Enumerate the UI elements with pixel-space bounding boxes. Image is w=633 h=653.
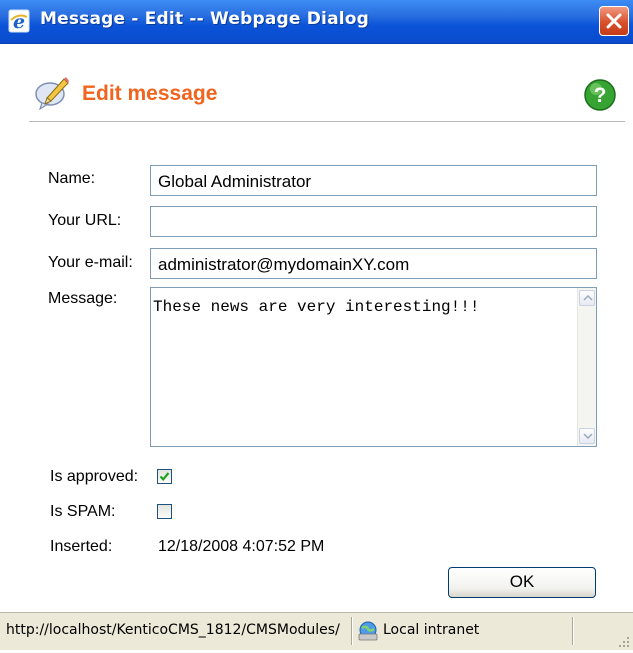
status-separator (351, 617, 353, 645)
inserted-value: 12/18/2008 4:07:52 PM (158, 538, 325, 555)
approved-checkbox[interactable] (157, 469, 172, 484)
url-label: Your URL: (48, 212, 122, 229)
spam-checkbox[interactable] (157, 504, 172, 519)
window-title: Message - Edit -- Webpage Dialog (40, 9, 370, 29)
email-field[interactable]: administrator@mydomainXY.com (150, 248, 597, 279)
header-divider (29, 121, 625, 122)
scroll-up-button[interactable] (579, 290, 595, 306)
message-textarea[interactable]: These news are very interesting!!! (150, 287, 597, 447)
status-bar: http://localhost/KenticoCMS_1812/CMSModu… (0, 612, 633, 650)
resize-grip-icon[interactable] (618, 635, 630, 647)
message-label: Message: (48, 290, 118, 307)
help-question-icon[interactable]: ? (583, 78, 617, 112)
title-bar[interactable]: e Message - Edit -- Webpage Dialog (0, 0, 633, 44)
status-separator (572, 617, 574, 645)
email-label: Your e-mail: (48, 254, 133, 271)
chevron-up-icon (583, 295, 593, 301)
security-zone-label: Local intranet (383, 622, 480, 638)
ok-button[interactable]: OK (448, 567, 596, 598)
chevron-down-icon (583, 433, 593, 439)
edit-message-icon (34, 74, 70, 111)
svg-text:e: e (13, 11, 25, 33)
name-label: Name: (48, 170, 96, 187)
svg-text:?: ? (594, 84, 607, 107)
approved-label: Is approved: (50, 468, 139, 485)
status-url: http://localhost/KenticoCMS_1812/CMSModu… (6, 622, 340, 638)
scroll-down-button[interactable] (579, 428, 595, 444)
message-text: These news are very interesting!!! (153, 298, 480, 316)
url-field[interactable] (150, 206, 597, 237)
message-scrollbar[interactable] (577, 288, 596, 446)
spam-label: Is SPAM: (50, 503, 116, 520)
page-title: Edit message (82, 82, 218, 105)
close-button[interactable] (599, 6, 629, 36)
name-field[interactable]: Global Administrator (150, 165, 597, 196)
checkmark-icon (159, 472, 170, 481)
internet-explorer-icon: e (8, 9, 30, 33)
inserted-label: Inserted: (50, 538, 113, 555)
local-intranet-icon (357, 620, 379, 642)
close-x-icon (606, 13, 622, 29)
